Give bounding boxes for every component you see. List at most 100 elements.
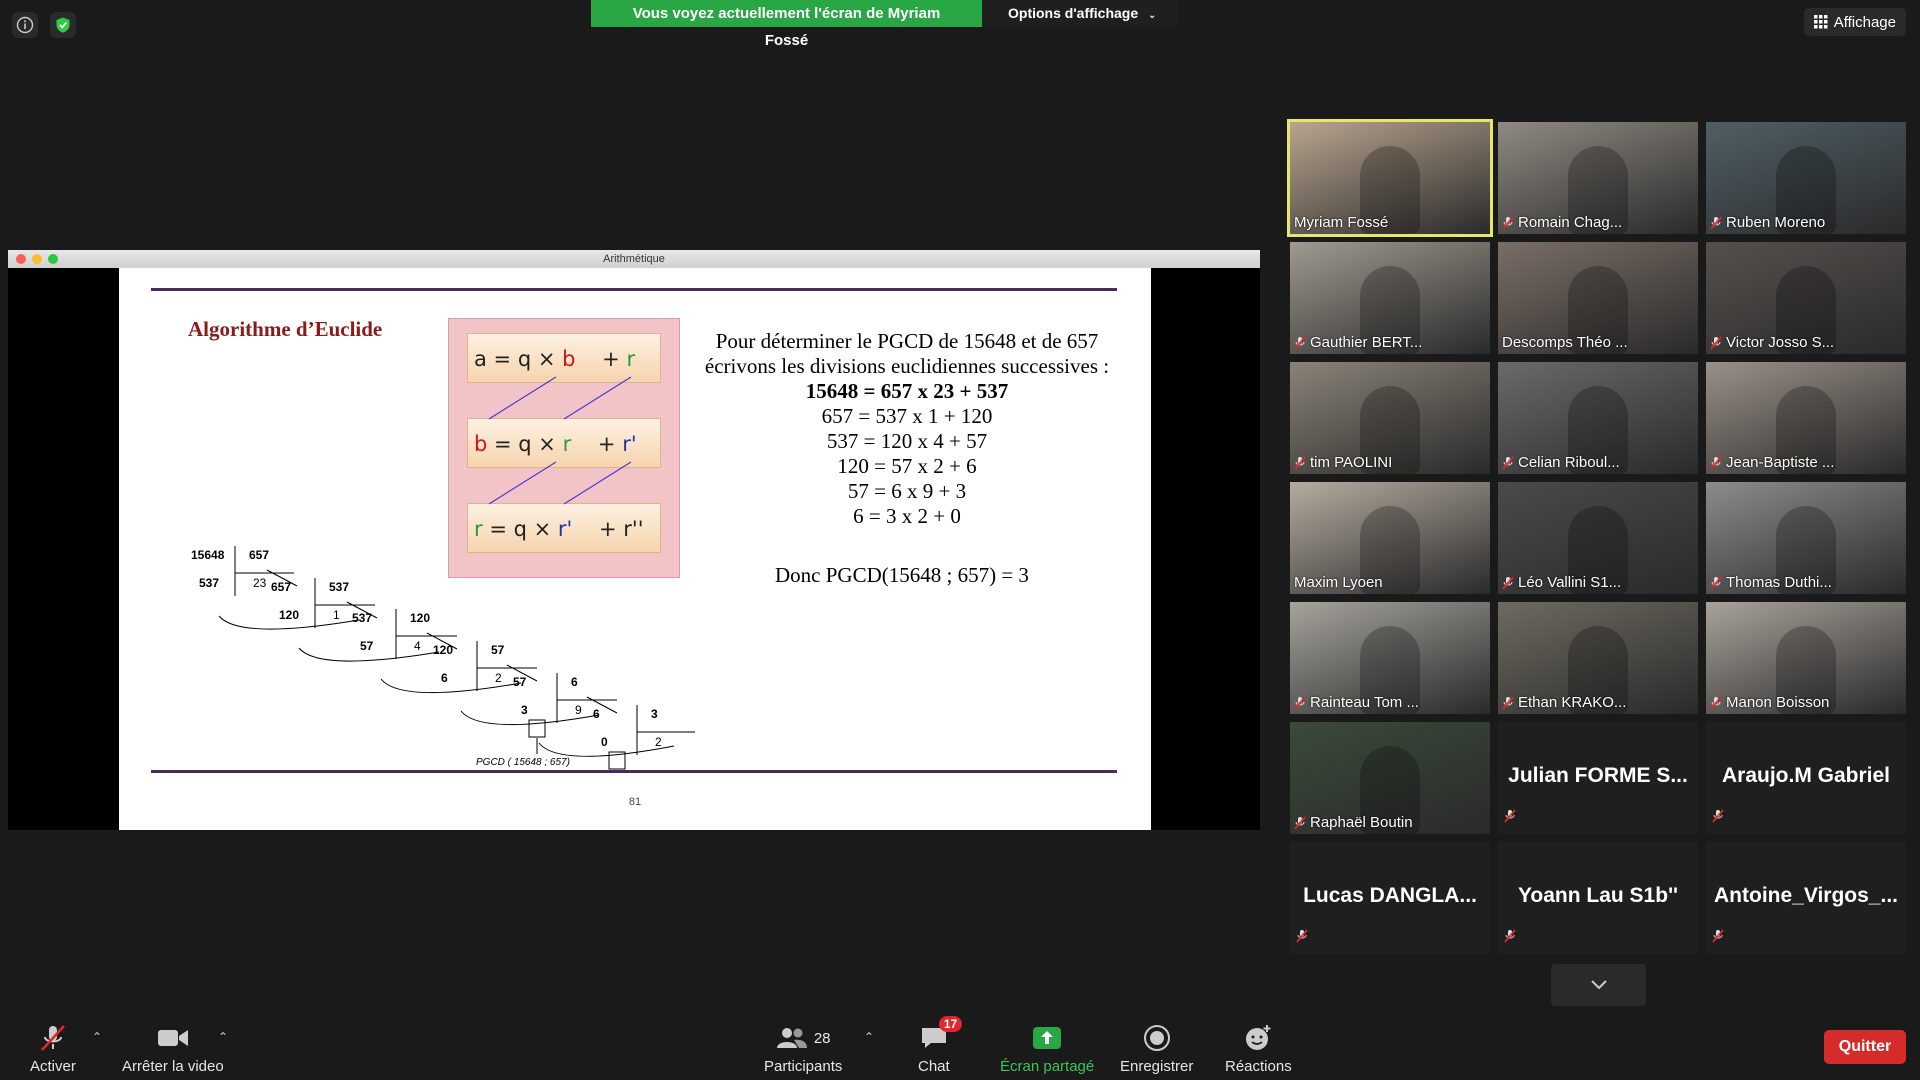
participant-mute-status xyxy=(1504,809,1516,828)
microphone-muted-icon xyxy=(1294,455,1306,470)
equation-4: 120 = 57 x 2 + 6 xyxy=(837,454,977,478)
participant-mute-status xyxy=(1504,929,1516,948)
participant-name: Gauthier BERT... xyxy=(1294,334,1422,351)
formula-box: a = q × b + r b = q × r + r' r = q × r' … xyxy=(448,318,680,578)
slide-bottom-rule xyxy=(151,770,1117,773)
participant-tile[interactable]: Julian FORME S... xyxy=(1498,722,1698,834)
division-4-divisor: 57 xyxy=(491,643,505,657)
participant-tile[interactable]: Victor Josso S... xyxy=(1706,242,1906,354)
equation-6: 6 = 3 x 2 + 0 xyxy=(853,504,961,528)
division-2-dividend: 657 xyxy=(271,580,292,594)
display-options-button[interactable]: Options d'affichage ⌄ xyxy=(982,0,1178,27)
screen-share-banner: Vous voyez actuellement l'écran de Myria… xyxy=(591,0,1178,49)
participant-tile[interactable]: Maxim Lyoen xyxy=(1290,482,1490,594)
stop-video-label: Arrêter la video xyxy=(122,1058,224,1075)
participant-tile[interactable]: Manon Boisson xyxy=(1706,602,1906,714)
chat-button[interactable]: 17 Chat xyxy=(918,1016,963,1075)
video-options-caret[interactable]: ⌃ xyxy=(218,1030,228,1044)
participant-tile[interactable]: Araujo.M Gabriel xyxy=(1706,722,1906,834)
participant-tile[interactable]: Yoann Lau S1b'' xyxy=(1498,842,1698,954)
stop-video-button[interactable]: Arrêter la video xyxy=(122,1022,224,1075)
microphone-muted-icon xyxy=(1710,215,1722,230)
reactions-button[interactable]: Réactions xyxy=(1225,1022,1292,1075)
division-3-divisor: 120 xyxy=(410,611,431,625)
microphone-muted-icon xyxy=(1710,335,1722,350)
division-1-quotient: 23 xyxy=(253,576,267,590)
participant-tile[interactable]: tim PAOLINI xyxy=(1290,362,1490,474)
participants-button[interactable]: 28 Participants xyxy=(764,1022,842,1075)
slide-title: Algorithme d’Euclide xyxy=(188,317,383,341)
participant-name: Raphaël Boutin xyxy=(1294,814,1413,831)
participant-tile[interactable]: Raphaël Boutin xyxy=(1290,722,1490,834)
intro-line-1: Pour déterminer le PGCD de 15648 et de 6… xyxy=(715,329,1099,353)
division-4-dividend: 120 xyxy=(433,643,454,657)
participant-tile[interactable]: Gauthier BERT... xyxy=(1290,242,1490,354)
shared-screen[interactable]: Arithmétique Algorithme d’Euclide a = q … xyxy=(8,250,1260,830)
participants-options-caret[interactable]: ⌃ xyxy=(864,1030,874,1044)
chat-bubble-icon: 17 xyxy=(919,1016,963,1054)
participant-tile[interactable]: Ethan KRAKO... xyxy=(1498,602,1698,714)
participant-tile[interactable]: Jean-Baptiste ... xyxy=(1706,362,1906,474)
participants-icon: 28 xyxy=(776,1022,831,1054)
equation-3: 537 = 120 x 4 + 57 xyxy=(826,429,988,453)
microphone-muted-icon xyxy=(1710,695,1722,710)
division-1-dividend: 15648 xyxy=(191,548,225,562)
participant-tile[interactable]: Rainteau Tom ... xyxy=(1290,602,1490,714)
participant-tile[interactable]: Romain Chag... xyxy=(1498,122,1698,234)
grid-icon xyxy=(1813,15,1828,29)
leave-meeting-button[interactable]: Quitter xyxy=(1824,1030,1906,1064)
division-2-remainder: 120 xyxy=(279,608,300,622)
microphone-muted-icon xyxy=(1502,695,1514,710)
microphone-muted-icon xyxy=(1294,695,1306,710)
participant-tile[interactable]: Thomas Duthi... xyxy=(1706,482,1906,594)
participant-tile[interactable]: Lucas DANGLA... xyxy=(1290,842,1490,954)
emoji-add-icon xyxy=(1243,1022,1273,1054)
formula-row-1: a = q × b + r xyxy=(467,333,661,383)
microphone-muted-icon xyxy=(1504,809,1516,823)
participant-tile[interactable]: Antoine_Virgos_... xyxy=(1706,842,1906,954)
microphone-muted-icon xyxy=(1294,335,1306,350)
audio-options-caret[interactable]: ⌃ xyxy=(92,1030,102,1044)
microphone-muted-icon xyxy=(1504,929,1516,943)
division-1-remainder: 537 xyxy=(199,576,220,590)
participant-tile[interactable]: Celian Riboul... xyxy=(1498,362,1698,474)
unmute-label: Activer xyxy=(30,1058,76,1075)
record-button[interactable]: Enregistrer xyxy=(1120,1022,1193,1075)
next-page-button[interactable] xyxy=(1551,964,1646,1006)
division-2-quotient: 1 xyxy=(333,608,340,622)
top-left-icons xyxy=(12,12,76,38)
participant-mute-status xyxy=(1296,929,1308,948)
video-camera-icon xyxy=(157,1022,189,1054)
division-4-quotient: 2 xyxy=(495,671,502,685)
zoom-meeting-window: Vous voyez actuellement l'écran de Myria… xyxy=(0,0,1920,1080)
participant-mute-status xyxy=(1712,809,1724,828)
participant-tile[interactable]: Léo Vallini S1... xyxy=(1498,482,1698,594)
participant-mute-status xyxy=(1712,929,1724,948)
unmute-button[interactable]: Activer xyxy=(30,1022,76,1075)
record-icon xyxy=(1143,1022,1171,1054)
share-screen-label: Écran partagé xyxy=(1000,1058,1095,1075)
participant-name: Julian FORME S... xyxy=(1508,764,1688,787)
window-title: Arithmétique xyxy=(603,253,665,265)
participant-name: Romain Chag... xyxy=(1502,214,1622,231)
participant-name: Maxim Lyoen xyxy=(1294,574,1383,591)
display-options-label: Options d'affichage xyxy=(1008,5,1139,21)
microphone-muted-icon xyxy=(1712,809,1724,823)
division-6-remainder: 0 xyxy=(601,735,608,749)
participant-name: Myriam Fossé xyxy=(1294,214,1389,231)
share-screen-button[interactable]: Écran partagé xyxy=(1000,1022,1094,1075)
intro-line-2: écrivons les divisions euclidiennes succ… xyxy=(704,354,1110,378)
view-button[interactable]: Affichage xyxy=(1803,8,1906,36)
reactions-label: Réactions xyxy=(1225,1058,1292,1075)
participant-name: Descomps Théo ... xyxy=(1502,334,1628,351)
participant-name: Ethan KRAKO... xyxy=(1502,694,1626,711)
security-shield-icon[interactable] xyxy=(50,12,76,38)
meeting-toolbar: Activer ⌃ Arrêter la video ⌃ 28 Particip… xyxy=(0,1012,1920,1080)
microphone-muted-icon xyxy=(1710,455,1722,470)
info-icon[interactable] xyxy=(12,12,38,38)
participant-tile[interactable]: Ruben Moreno xyxy=(1706,122,1906,234)
participant-tile[interactable]: Myriam Fossé xyxy=(1287,119,1493,237)
view-button-label: Affichage xyxy=(1833,13,1896,31)
participant-tile[interactable]: Descomps Théo ... xyxy=(1498,242,1698,354)
microphone-muted-icon xyxy=(1712,929,1724,943)
